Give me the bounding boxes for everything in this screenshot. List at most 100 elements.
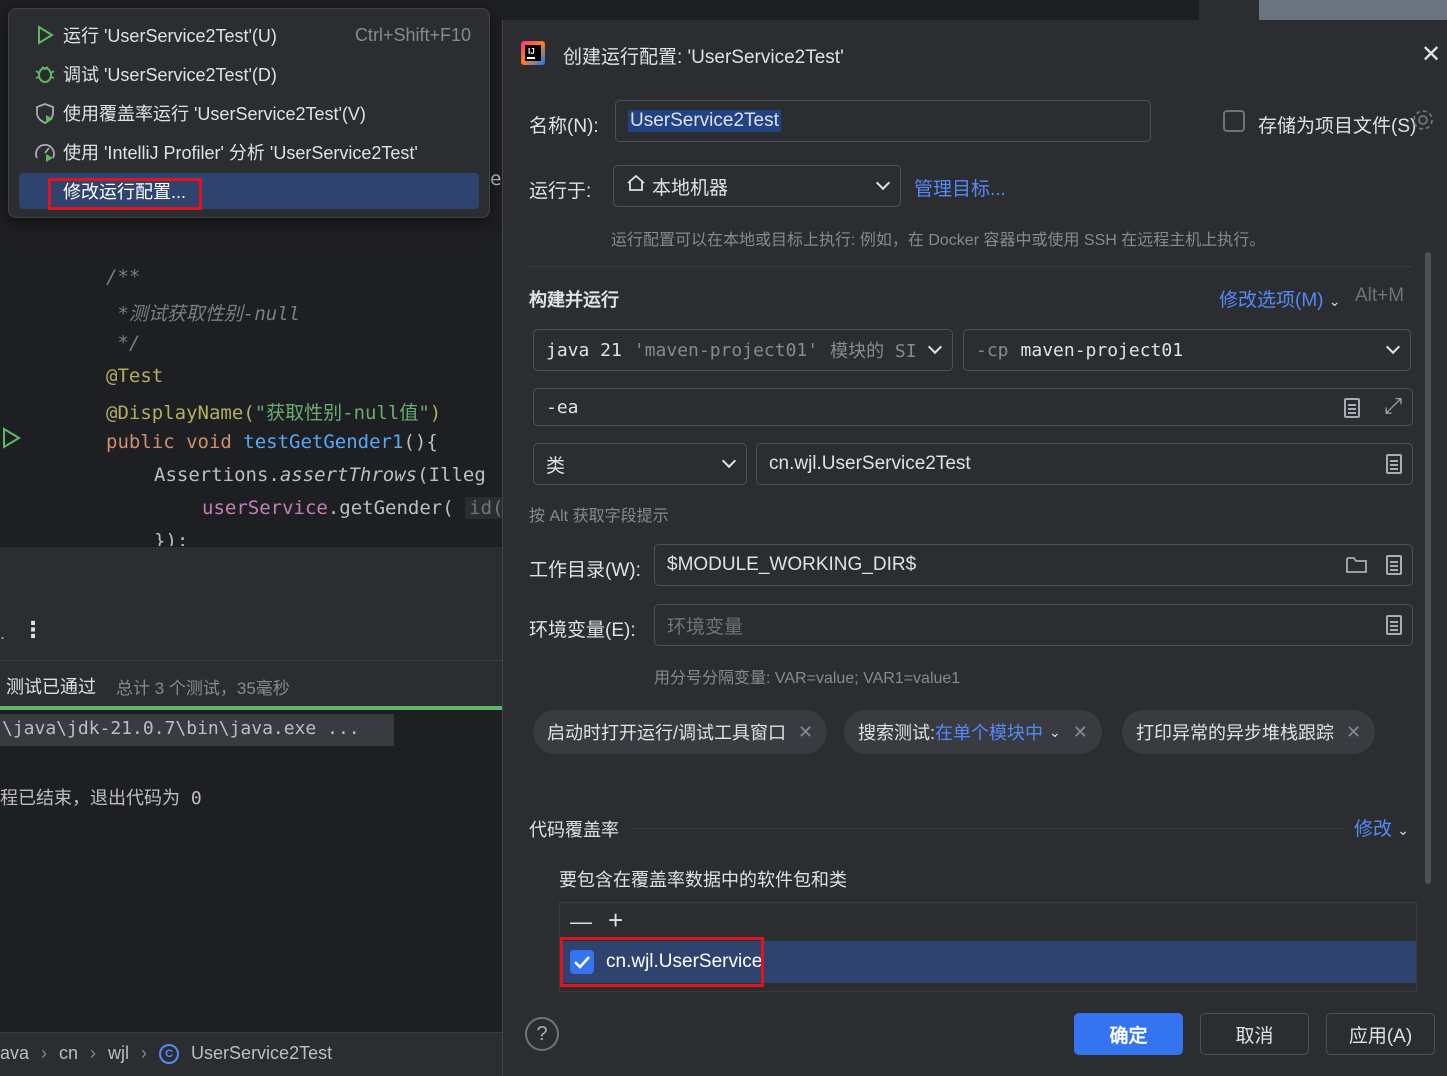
- home-icon: [626, 173, 646, 199]
- env-hint: 用分号分隔变量: VAR=value; VAR1=value1: [654, 670, 961, 687]
- code-line: Assertions.assertThrows(Illeg: [154, 464, 486, 486]
- apply-button[interactable]: 应用(A): [1326, 1013, 1435, 1055]
- section-divider: [633, 828, 1343, 829]
- chevron-right-icon: ›: [141, 1043, 148, 1063]
- menu-item-profiler[interactable]: 使用 'IntelliJ Profiler' 分析 'UserService2T…: [19, 134, 479, 170]
- test-status-bar: 测试已通过 总计 3 个测试，35毫秒: [0, 660, 502, 706]
- toolbar-edge-icon[interactable]: .: [0, 623, 5, 644]
- breadcrumb-item[interactable]: wjl: [108, 1043, 129, 1064]
- menu-shortcut: Ctrl+Shift+F10: [354, 24, 471, 45]
- workdir-value: $MODULE_WORKING_DIR$: [667, 554, 917, 575]
- test-summary: 总计 3 个测试，35毫秒: [116, 679, 290, 698]
- code-line: });: [154, 530, 189, 546]
- modify-options-link[interactable]: 修改选项(M) ⌄: [1219, 285, 1341, 312]
- menu-item-run[interactable]: 运行 'UserService2Test'(U) Ctrl+Shift+F10: [19, 17, 479, 53]
- option-tag-open-toolwindow[interactable]: 启动时打开运行/调试工具窗口 ✕: [533, 710, 828, 754]
- code-annotation: @Test: [106, 365, 164, 387]
- test-status: 测试已通过: [6, 677, 96, 697]
- cp-value: maven-project01: [1020, 339, 1184, 361]
- console-exit-line: 程已结束，退出代码为 0: [0, 788, 202, 809]
- alt-hint: 按 Alt 获取字段提示: [529, 508, 669, 525]
- add-icon[interactable]: +: [608, 905, 623, 936]
- test-kind-value: 类: [546, 455, 566, 477]
- svg-text:IJ: IJ: [528, 47, 535, 56]
- breadcrumb-item[interactable]: cn: [59, 1043, 78, 1064]
- cp-prefix: -cp: [976, 339, 1009, 361]
- run-on-value: 本地机器: [652, 177, 729, 199]
- browse-icon[interactable]: [1386, 615, 1402, 635]
- name-input[interactable]: UserService2Test: [615, 100, 1151, 142]
- store-as-file-label: 存储为项目文件(S): [1258, 116, 1417, 137]
- ok-button[interactable]: 确定: [1074, 1013, 1183, 1055]
- console-output[interactable]: \java\jdk-21.0.7\bin\java.exe ... 程已结束，退…: [0, 710, 502, 1032]
- env-placeholder: 环境变量: [667, 616, 744, 638]
- chevron-down-icon: [875, 175, 891, 191]
- cancel-button[interactable]: 取消: [1200, 1013, 1309, 1055]
- remove-icon[interactable]: ✕: [798, 722, 813, 743]
- class-value: cn.wjl.UserService2Test: [769, 453, 971, 474]
- jdk-select[interactable]: java 21 'maven-project01' 模块的 SI: [533, 329, 953, 371]
- test-kind-select[interactable]: 类: [533, 443, 747, 485]
- class-icon: C: [159, 1043, 180, 1064]
- breadcrumb-item[interactable]: UserService2Test: [191, 1043, 332, 1064]
- coverage-title: 代码覆盖率: [529, 820, 619, 840]
- code-line: public void testGetGender1(){: [106, 431, 438, 453]
- build-run-title: 构建并运行: [529, 290, 619, 310]
- run-toolwindow-toolbar: . ⋮: [0, 546, 502, 660]
- menu-item-label: 使用 'IntelliJ Profiler' 分析 'UserService2T…: [63, 143, 418, 163]
- vm-options-input[interactable]: -ea ⤢: [533, 388, 1413, 426]
- code-line: @DisplayName("获取性别-null值"): [106, 402, 442, 424]
- name-label: 名称(N):: [529, 116, 599, 137]
- env-label: 环境变量(E):: [529, 620, 636, 641]
- code-comment: /**: [106, 266, 141, 288]
- jdk-version: java 21: [546, 339, 622, 361]
- class-input[interactable]: cn.wjl.UserService2Test: [756, 443, 1413, 485]
- option-tag-async-stack[interactable]: 打印异常的异步堆栈跟踪 ✕: [1122, 710, 1376, 754]
- jdk-module: 'maven-project01': [633, 339, 819, 361]
- browse-icon[interactable]: [1386, 555, 1402, 575]
- remove-icon[interactable]: —: [570, 909, 592, 935]
- coverage-modify-link[interactable]: 修改 ⌄: [1354, 814, 1409, 841]
- run-on-select[interactable]: 本地机器: [613, 165, 901, 207]
- gear-icon[interactable]: [1411, 108, 1435, 137]
- more-options-icon[interactable]: ⋮: [22, 617, 44, 643]
- profiler-icon: [33, 140, 57, 164]
- workdir-input[interactable]: $MODULE_WORKING_DIR$: [654, 544, 1413, 586]
- tag-link[interactable]: 在单个模块中: [935, 719, 1043, 745]
- run-on-hint: 运行配置可以在本地或目标上执行: 例如，在 Docker 容器中或使用 SSH …: [611, 232, 1266, 249]
- coverage-subtitle: 要包含在覆盖率数据中的软件包和类: [559, 870, 847, 890]
- remove-icon[interactable]: ✕: [1346, 722, 1361, 743]
- chevron-right-icon: ›: [90, 1043, 97, 1063]
- menu-item-debug[interactable]: 调试 'UserService2Test'(D): [19, 56, 479, 92]
- tag-label: 打印异常的异步堆栈跟踪: [1136, 723, 1334, 743]
- env-input[interactable]: 环境变量: [654, 604, 1413, 646]
- workdir-label: 工作目录(W):: [529, 560, 641, 581]
- option-tag-search-tests[interactable]: 搜索测试: 在单个模块中 ⌄ ✕: [844, 710, 1102, 754]
- name-input-value: UserService2Test: [628, 110, 781, 132]
- browse-icon[interactable]: [1386, 454, 1402, 474]
- code-comment: *测试获取性别-null: [106, 303, 301, 325]
- manage-targets-link[interactable]: 管理目标...: [914, 174, 1006, 201]
- code-line: userService.getGender( id(: [202, 497, 508, 519]
- menu-item-label: 使用覆盖率运行 'UserService2Test'(V): [63, 104, 366, 124]
- remove-icon[interactable]: ✕: [1073, 722, 1088, 743]
- code-fragment: e: [490, 168, 502, 190]
- close-icon[interactable]: ✕: [1421, 40, 1441, 69]
- help-icon[interactable]: ?: [525, 1017, 559, 1051]
- folder-icon[interactable]: [1346, 555, 1368, 581]
- tag-label: 搜索测试:: [858, 723, 936, 743]
- highlight-box: [48, 178, 202, 210]
- breadcrumb-item[interactable]: ava: [0, 1043, 29, 1064]
- run-gutter-icon[interactable]: [0, 426, 22, 455]
- chevron-down-icon: ⌄: [1049, 723, 1061, 740]
- menu-item-coverage[interactable]: 使用覆盖率运行 'UserService2Test'(V): [19, 95, 479, 131]
- scrollbar[interactable]: [1425, 252, 1431, 884]
- expand-text-icon[interactable]: [1344, 398, 1360, 418]
- classpath-select[interactable]: -cp maven-project01: [963, 329, 1411, 371]
- chevron-down-icon: [1385, 339, 1401, 355]
- menu-item-label: 调试 'UserService2Test'(D): [63, 65, 277, 85]
- console-command-line[interactable]: \java\jdk-21.0.7\bin\java.exe ...: [0, 714, 394, 746]
- store-as-file-checkbox[interactable]: [1223, 110, 1245, 132]
- expand-icon[interactable]: ⤢: [1384, 394, 1402, 419]
- desktop-background: [1259, 0, 1447, 20]
